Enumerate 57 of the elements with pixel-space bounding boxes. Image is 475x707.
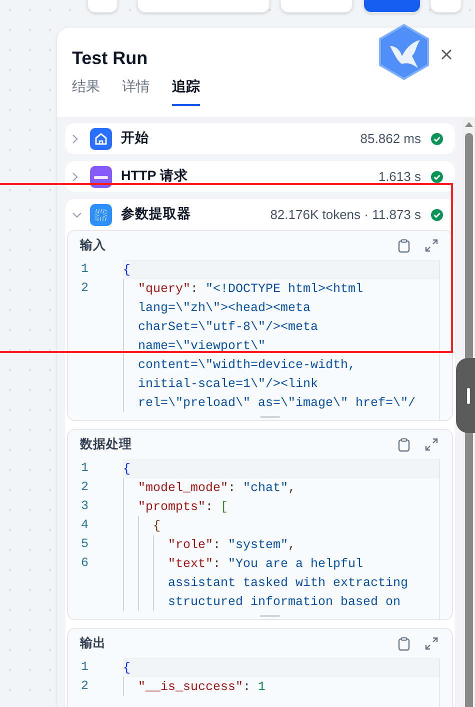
chevron-right-icon[interactable] (72, 172, 78, 182)
code-line: "prompts": [ (123, 497, 439, 516)
code-line: content=\"width=device-width, (123, 355, 439, 374)
line-number: 2 (80, 678, 90, 695)
success-check-icon (431, 132, 443, 144)
code-line: initial-scale=1\"/><link (123, 374, 439, 393)
line-number: 2 (80, 280, 90, 297)
panel-title: Test Run (72, 47, 148, 70)
line-number: 4 (80, 517, 90, 534)
close-icon[interactable] (441, 49, 452, 60)
chevron-right-icon[interactable] (72, 134, 78, 144)
code-line: rel=\"preload\" as=\"image\" href=\"/ (123, 393, 439, 412)
tab[interactable]: 详情 (122, 76, 150, 106)
code-line: structured information based on (123, 592, 439, 611)
block-title: 输出 (80, 635, 107, 652)
tab[interactable]: 追踪 (172, 76, 200, 106)
expand-icon[interactable] (425, 637, 438, 650)
grid-icon (90, 204, 112, 226)
chevron-down-icon[interactable] (72, 212, 82, 218)
code-line: { (123, 516, 439, 535)
bird-logo-icon (378, 24, 430, 80)
code-line: "__is_success": 1 (123, 677, 439, 696)
line-number: 5 (80, 536, 90, 553)
line-number: 1 (80, 659, 90, 676)
line-number: 1 (80, 460, 90, 477)
expand-icon[interactable] (425, 438, 438, 451)
node-title: HTTP 请求 (121, 167, 189, 186)
tab[interactable]: 结果 (72, 76, 100, 106)
code-line: name=\"viewport\" (123, 336, 439, 355)
block-title: 数据处理 (80, 436, 133, 454)
code-line: "role": "system", (123, 535, 439, 554)
node-timing: 85.862 ms (360, 130, 421, 148)
line-number: 3 (80, 498, 90, 515)
copy-icon[interactable] (398, 438, 410, 452)
code-line: charSet=\"utf-8\"/><meta (123, 317, 439, 336)
code-line: "model_mode": "chat", (123, 478, 439, 497)
node-timing: 1.613 s (378, 168, 421, 186)
line-number: 1 (80, 261, 90, 278)
line-number: 6 (80, 555, 90, 572)
code-line: assistant tasked with extracting (123, 573, 439, 592)
line-number: 2 (80, 479, 90, 496)
node-title: 开始 (121, 129, 150, 148)
code-line: "query": "<!DOCTYPE html><html (123, 279, 439, 298)
code-line: lang=\"zh\"><head><meta (123, 298, 439, 317)
copy-icon[interactable] (398, 636, 410, 650)
block-title: 输入 (80, 237, 107, 254)
http-badge-icon (90, 166, 112, 188)
node-timing: 82.176K tokens · 11.873 s (270, 206, 421, 224)
success-check-icon (431, 208, 443, 220)
house-icon (90, 128, 112, 150)
node-title: 参数提取器 (121, 205, 192, 224)
drag-handle[interactable] (456, 358, 475, 433)
code-line: "text": "You are a helpful (123, 554, 439, 573)
success-check-icon (431, 170, 443, 182)
expand-icon[interactable] (425, 239, 438, 252)
scroll-up-icon[interactable] (465, 121, 473, 127)
copy-icon[interactable] (398, 238, 410, 252)
